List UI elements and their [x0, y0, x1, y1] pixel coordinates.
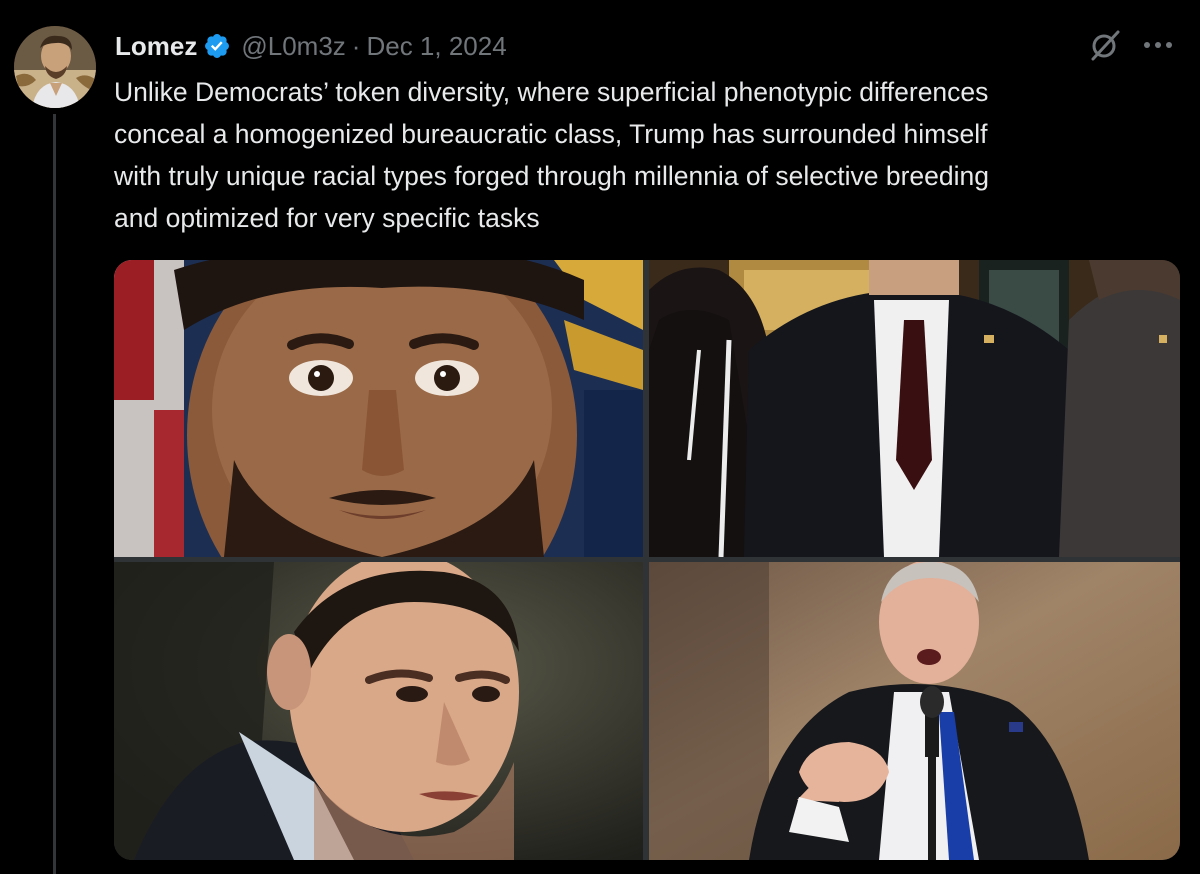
header-separator: · — [351, 30, 361, 61]
tweet-text-line: conceal a homogenized bureaucratic class… — [114, 119, 988, 149]
media-photo-4[interactable] — [649, 562, 1180, 860]
grok-icon[interactable] — [1088, 28, 1122, 62]
thread-line — [53, 114, 56, 874]
tweet-text-line: with truly unique racial types forged th… — [114, 161, 989, 191]
media-photo-3[interactable] — [114, 562, 643, 860]
tweet-text-line: and optimized for very specific tasks — [114, 203, 540, 233]
tweet-text: Unlike Democrats’ token diversity, where… — [114, 71, 1184, 239]
tweet-header: Lomez @L0m3z · Dec 1, 2024 — [115, 26, 507, 66]
author-handle[interactable]: @L0m3z — [241, 31, 345, 62]
media-grid — [114, 260, 1180, 860]
tweet-text-line: Unlike Democrats’ token diversity, where… — [114, 77, 989, 107]
author-name[interactable]: Lomez — [115, 31, 197, 62]
tweet-date[interactable]: Dec 1, 2024 — [366, 31, 506, 62]
author-avatar[interactable] — [14, 26, 96, 108]
media-photo-1[interactable] — [114, 260, 643, 557]
verified-badge-icon[interactable] — [203, 32, 231, 60]
more-options-icon[interactable] — [1138, 28, 1178, 62]
tweet-card[interactable]: Lomez @L0m3z · Dec 1, 2024 Unlike Democr… — [0, 0, 1200, 874]
media-photo-2[interactable] — [649, 260, 1180, 557]
avatar-image — [14, 26, 96, 108]
